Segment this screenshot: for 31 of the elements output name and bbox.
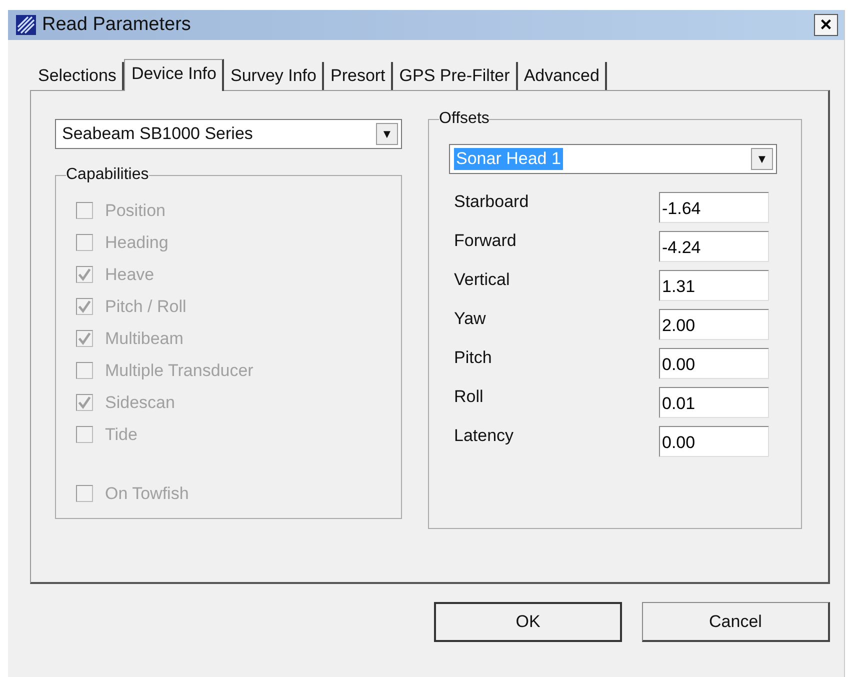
input-field[interactable]: 1.31 [659, 270, 769, 301]
field-label: Forward [454, 231, 518, 252]
tab[interactable]: Survey Info [224, 62, 324, 90]
field-label: Roll [454, 387, 484, 408]
tab[interactable]: Presort [324, 62, 394, 90]
input-field[interactable]: 0.01 [659, 387, 769, 418]
input-field[interactable]: 0.00 [659, 426, 769, 457]
input-field[interactable]: 2.00 [659, 309, 769, 340]
device-dropdown[interactable]: Seabeam SB1000 Series ▼ [55, 119, 402, 149]
window-title: Read Parameters [42, 14, 192, 36]
field-label: Yaw [454, 309, 487, 330]
dialog-button[interactable]: Cancel [642, 602, 830, 642]
group-title: Capabilities [66, 166, 149, 184]
field-label: Starboard [454, 192, 530, 213]
tab[interactable]: GPS Pre-Filter [393, 62, 518, 90]
field-label: Vertical [454, 270, 511, 291]
app-icon [16, 15, 36, 35]
field-label: Pitch [454, 348, 493, 369]
input-field[interactable]: 0.00 [659, 348, 769, 379]
check-mark-icon [77, 267, 92, 282]
field-label: Latency [454, 426, 515, 447]
sensor-dropdown[interactable]: Sonar Head 1 ▼ [449, 144, 777, 174]
tab[interactable]: Advanced [518, 62, 608, 90]
tab[interactable]: Device Info [124, 59, 224, 91]
dialog-button[interactable]: OK [434, 602, 622, 642]
input-field[interactable]: -4.24 [659, 231, 769, 262]
close-button[interactable]: × [814, 14, 838, 36]
check-mark-icon [77, 395, 92, 410]
check-mark-icon [77, 299, 92, 314]
input-field[interactable]: -1.64 [659, 192, 769, 223]
check-mark-icon [77, 331, 92, 346]
